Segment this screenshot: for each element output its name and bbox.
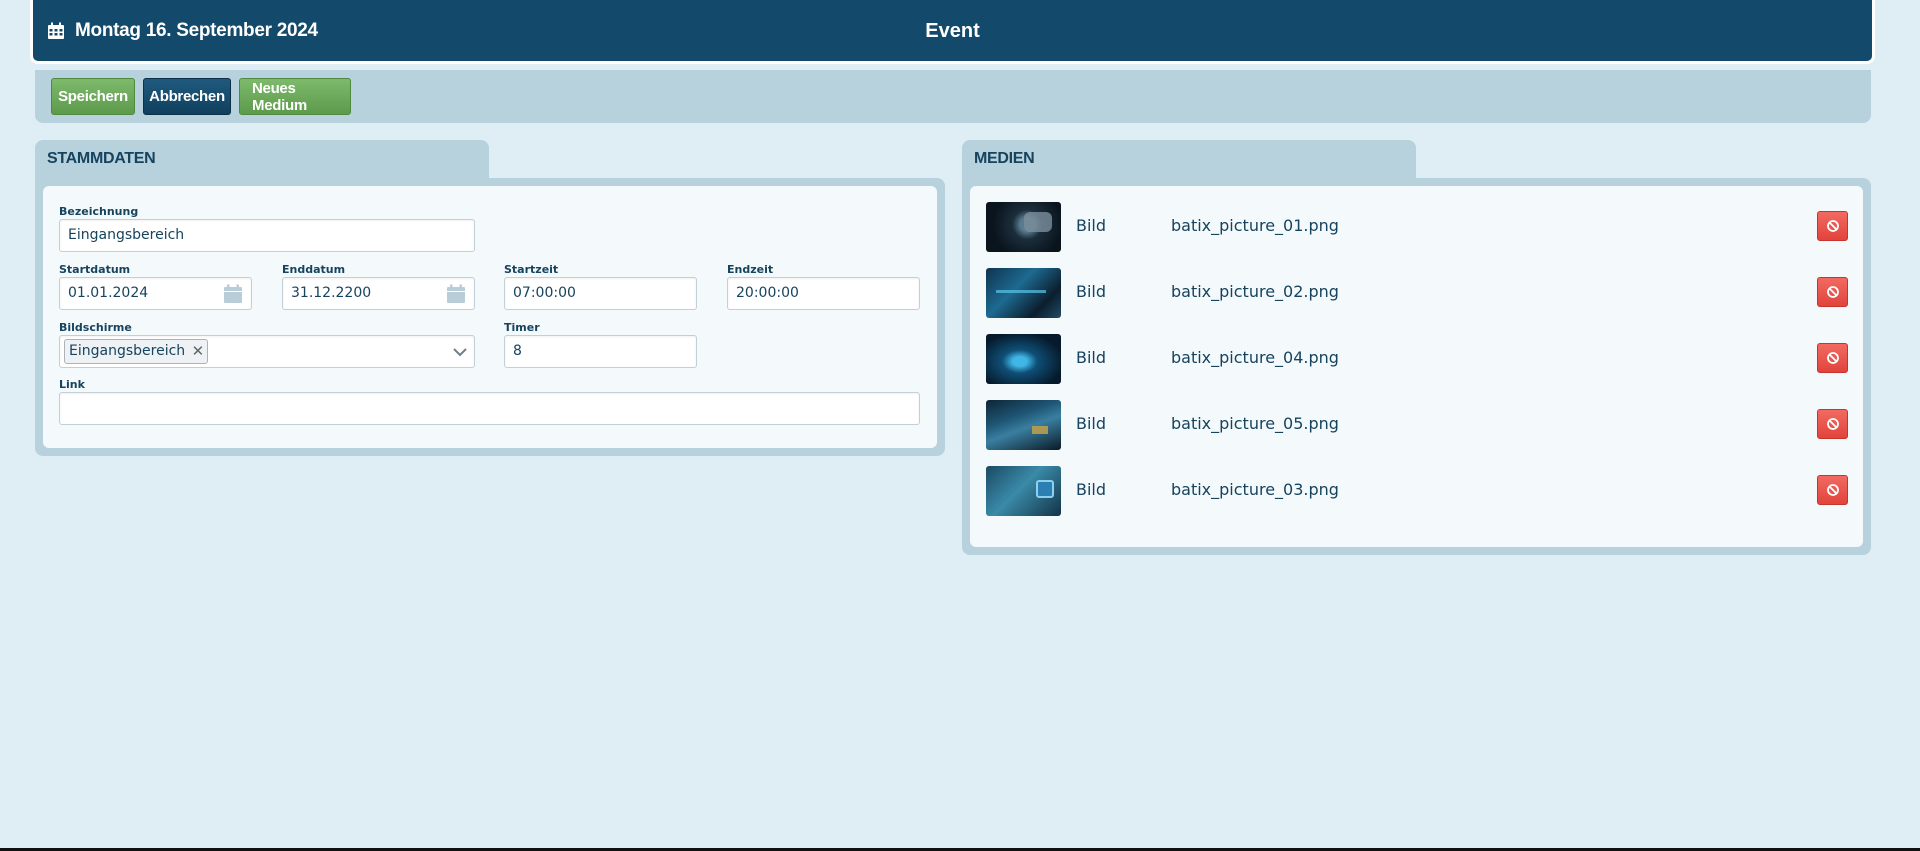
chip-label: Eingangsbereich: [69, 343, 186, 359]
media-type: Bild: [1076, 282, 1107, 301]
enddatum-field[interactable]: 31.12.2200: [282, 277, 475, 310]
ban-icon: [1826, 418, 1839, 430]
delete-button[interactable]: [1817, 409, 1848, 439]
new-media-button[interactable]: Neues Medium: [239, 78, 351, 115]
ban-icon: [1826, 352, 1839, 364]
delete-button[interactable]: [1817, 211, 1848, 241]
startdatum-label: Startdatum: [59, 263, 131, 276]
calendar-icon[interactable]: [223, 284, 243, 304]
list-item[interactable]: Bild batix_picture_01.png: [986, 202, 1848, 252]
stammdaten-form: Bezeichnung Eingangsbereich Startdatum 0…: [43, 186, 937, 448]
media-thumbnail: [986, 400, 1061, 450]
media-type: Bild: [1076, 216, 1107, 235]
media-thumbnail: [986, 334, 1061, 384]
ban-icon: [1826, 220, 1839, 232]
media-filename: batix_picture_03.png: [1171, 480, 1339, 499]
media-filename: batix_picture_04.png: [1171, 348, 1339, 367]
media-filename: batix_picture_05.png: [1171, 414, 1339, 433]
tab-medien[interactable]: MEDIEN: [962, 140, 1416, 182]
enddatum-value: 31.12.2200: [291, 285, 372, 301]
startdatum-field[interactable]: 01.01.2024: [59, 277, 252, 310]
media-thumbnail: [986, 466, 1061, 516]
chevron-down-icon[interactable]: [452, 345, 468, 359]
list-item[interactable]: Bild batix_picture_05.png: [986, 400, 1848, 450]
startzeit-label: Startzeit: [504, 263, 559, 276]
list-item[interactable]: Bild batix_picture_02.png: [986, 268, 1848, 318]
calendar-icon[interactable]: [446, 284, 466, 304]
stammdaten-frame: Bezeichnung Eingangsbereich Startdatum 0…: [35, 178, 945, 456]
media-thumbnail: [986, 268, 1061, 318]
bezeichnung-label: Bezeichnung: [59, 205, 139, 218]
list-item[interactable]: Bild batix_picture_03.png: [986, 466, 1848, 516]
header-bar: Montag 16. September 2024 Event: [30, 0, 1875, 64]
bildschirme-label: Bildschirme: [59, 321, 132, 334]
medien-panel: MEDIEN Bild batix_picture_01.png Bild ba…: [962, 140, 1871, 555]
media-type: Bild: [1076, 414, 1107, 433]
cancel-button[interactable]: Abbrechen: [143, 78, 231, 115]
delete-button[interactable]: [1817, 277, 1848, 307]
link-label: Link: [59, 378, 85, 391]
medien-frame: Bild batix_picture_01.png Bild batix_pic…: [962, 178, 1871, 555]
stammdaten-panel: STAMMDATEN Bezeichnung Eingangsbereich S…: [35, 140, 945, 456]
enddatum-label: Enddatum: [282, 263, 346, 276]
delete-button[interactable]: [1817, 343, 1848, 373]
media-type: Bild: [1076, 348, 1107, 367]
media-filename: batix_picture_01.png: [1171, 216, 1339, 235]
tab-stammdaten[interactable]: STAMMDATEN: [35, 140, 489, 182]
list-item[interactable]: Bild batix_picture_04.png: [986, 334, 1848, 384]
link-field[interactable]: [59, 392, 920, 425]
action-toolbar: Speichern Abbrechen Neues Medium: [35, 70, 1871, 123]
media-type: Bild: [1076, 480, 1107, 499]
timer-label: Timer: [504, 321, 540, 334]
delete-button[interactable]: [1817, 475, 1848, 505]
startdatum-value: 01.01.2024: [68, 285, 149, 301]
media-filename: batix_picture_02.png: [1171, 282, 1339, 301]
save-button[interactable]: Speichern: [51, 78, 135, 115]
ban-icon: [1826, 484, 1839, 496]
medien-list: Bild batix_picture_01.png Bild batix_pic…: [970, 186, 1863, 547]
startzeit-field[interactable]: 07:00:00: [504, 277, 697, 310]
timer-field[interactable]: 8: [504, 335, 697, 368]
bildschirme-chip: Eingangsbereich ✕: [64, 339, 209, 364]
bildschirme-select[interactable]: Eingangsbereich ✕: [59, 335, 475, 368]
bezeichnung-field[interactable]: Eingangsbereich: [59, 219, 475, 252]
endzeit-field[interactable]: 20:00:00: [727, 277, 920, 310]
endzeit-label: Endzeit: [727, 263, 774, 276]
page-title: Event: [925, 20, 980, 42]
media-thumbnail: [986, 202, 1061, 252]
close-icon[interactable]: ✕: [192, 340, 205, 363]
ban-icon: [1826, 286, 1839, 298]
